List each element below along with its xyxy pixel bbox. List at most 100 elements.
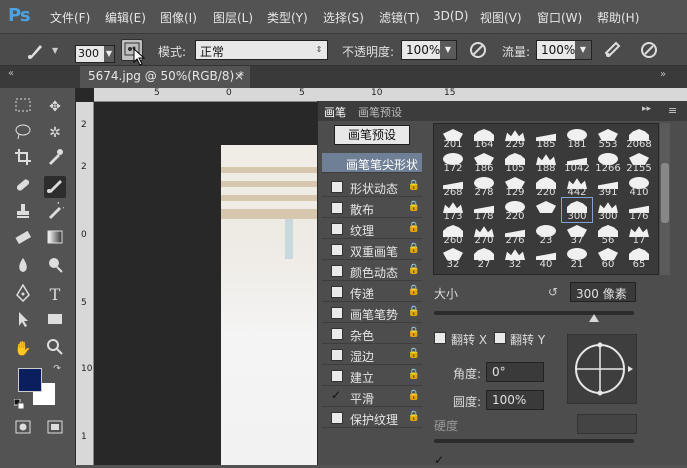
quick-mask-icon[interactable] — [12, 418, 34, 440]
eraser-tool-icon[interactable] — [12, 228, 34, 250]
brush-tip[interactable]: 1266 — [593, 150, 623, 174]
lock-icon[interactable]: 🔒 — [408, 180, 420, 191]
brush-tip[interactable]: 276 — [500, 222, 530, 246]
option-checkbox[interactable] — [331, 370, 343, 382]
pen-tool-icon[interactable] — [12, 283, 34, 306]
brush-size-dropdown[interactable]: 300 ▼ — [75, 45, 115, 63]
brush-tip[interactable]: 23 — [531, 222, 561, 246]
flip-x-checkbox[interactable] — [434, 332, 446, 344]
collapse-panels-icon[interactable]: » — [660, 69, 666, 80]
option-checkbox[interactable] — [331, 181, 343, 193]
brush-grid-scrollbar[interactable] — [660, 123, 670, 275]
brush-tip[interactable]: 32 — [438, 246, 468, 270]
option-scattering[interactable]: 散布 🔒 — [322, 198, 422, 218]
size-slider-handle[interactable] — [589, 314, 599, 322]
brush-tip[interactable]: 40 — [531, 246, 561, 270]
brush-tip[interactable] — [531, 198, 561, 222]
opacity-field[interactable]: 100% ▼ — [401, 40, 457, 60]
option-checkbox[interactable] — [331, 223, 343, 235]
chevron-down-icon[interactable]: ▼ — [440, 41, 456, 59]
tab-brush-presets[interactable]: 画笔预设 — [358, 104, 402, 120]
option-checkbox[interactable] — [331, 388, 343, 403]
brush-tip[interactable]: 201 — [438, 126, 468, 150]
size-slider[interactable] — [434, 311, 634, 315]
pressure-opacity-icon[interactable] — [467, 39, 489, 61]
reset-size-icon[interactable]: ↺ — [548, 285, 558, 299]
brush-tip[interactable]: 181 — [562, 126, 592, 150]
option-checkbox[interactable] — [331, 202, 343, 214]
brush-tip[interactable]: 173 — [438, 198, 468, 222]
option-wet-edges[interactable]: 湿边 🔒 — [322, 345, 422, 365]
brush-tool-preset-icon[interactable] — [26, 39, 48, 61]
brush-tip[interactable]: 260 — [438, 222, 468, 246]
menu-window[interactable]: 窗口(W) — [537, 9, 582, 26]
option-checkbox[interactable] — [331, 307, 343, 319]
close-tab-icon[interactable]: × — [234, 69, 244, 83]
path-selection-tool-icon[interactable] — [12, 310, 34, 332]
option-checkbox[interactable] — [331, 349, 343, 361]
dodge-tool-icon[interactable] — [44, 256, 66, 278]
screen-mode-icon[interactable] — [44, 418, 66, 440]
brush-tip[interactable]: 300 — [593, 198, 623, 222]
lock-icon[interactable]: 🔒 — [408, 285, 420, 296]
hardness-slider[interactable] — [434, 439, 634, 443]
gradient-tool-icon[interactable] — [44, 228, 66, 250]
blur-tool-icon[interactable] — [12, 256, 34, 278]
healing-brush-tool-icon[interactable] — [12, 176, 34, 198]
menu-file[interactable]: 文件(F) — [50, 9, 90, 26]
airbrush-icon[interactable] — [602, 39, 624, 61]
brush-tip[interactable]: 32 — [500, 246, 530, 270]
menu-image[interactable]: 图像(I) — [160, 9, 197, 26]
brush-tip[interactable]: 188 — [531, 150, 561, 174]
brush-tip[interactable]: 2155 — [624, 150, 654, 174]
brush-tip[interactable]: 60 — [593, 246, 623, 270]
lock-icon[interactable]: 🔒 — [408, 390, 420, 401]
lock-icon[interactable]: 🔒 — [408, 222, 420, 233]
lock-icon[interactable]: 🔒 — [408, 348, 420, 359]
move-tool-icon[interactable]: ✥ — [44, 96, 66, 118]
brush-tip[interactable]: 37 — [562, 222, 592, 246]
panel-collapse-icon[interactable]: ▸▸ — [642, 104, 651, 114]
panel-menu-icon[interactable]: ≡ — [668, 104, 677, 117]
brush-tip[interactable]: 105 — [500, 150, 530, 174]
brush-tip[interactable]: 553 — [593, 126, 623, 150]
roundness-field[interactable]: 100% — [486, 390, 544, 410]
brush-tip[interactable]: 300 — [561, 197, 593, 223]
brush-tip[interactable]: 278 — [469, 174, 499, 198]
brush-tip[interactable]: 229 — [500, 126, 530, 150]
brush-tip[interactable]: 410 — [624, 174, 654, 198]
brush-tip[interactable]: 185 — [531, 126, 561, 150]
collapse-toolbar-icon[interactable]: « — [8, 68, 14, 79]
option-checkbox[interactable] — [331, 328, 343, 340]
chevron-down-icon[interactable]: ▼ — [52, 46, 58, 55]
spacing-checkbox[interactable] — [434, 453, 446, 468]
magic-wand-tool-icon[interactable]: ✲ — [44, 122, 66, 144]
brush-tip[interactable]: 220 — [531, 174, 561, 198]
marquee-tool-icon[interactable] — [12, 96, 34, 118]
brush-tip[interactable]: 186 — [469, 150, 499, 174]
lock-icon[interactable]: 🔒 — [408, 327, 420, 338]
menu-select[interactable]: 选择(S) — [323, 9, 364, 26]
angle-roundness-wheel[interactable] — [566, 333, 638, 405]
crop-tool-icon[interactable] — [12, 148, 34, 170]
option-checkbox[interactable] — [331, 286, 343, 298]
menu-view[interactable]: 视图(V) — [480, 9, 522, 26]
brush-tip[interactable]: 164 — [469, 126, 499, 150]
tab-brush[interactable]: 画笔 — [324, 104, 346, 120]
foreground-color-swatch[interactable] — [18, 368, 42, 392]
option-build-up[interactable]: 建立 🔒 — [322, 366, 422, 386]
default-colors-icon[interactable] — [13, 398, 25, 410]
brush-tool-icon[interactable] — [44, 176, 66, 198]
brush-tip[interactable]: 21 — [562, 246, 592, 270]
scrollbar-thumb[interactable] — [661, 163, 669, 223]
brush-tip[interactable]: 1042 — [562, 150, 592, 174]
zoom-tool-icon[interactable] — [44, 338, 66, 360]
hand-tool-icon[interactable]: ✋ — [12, 338, 34, 360]
option-checkbox[interactable] — [331, 244, 343, 256]
angle-field[interactable]: 0° — [486, 362, 544, 382]
brush-tip[interactable]: 268 — [438, 174, 468, 198]
blend-mode-dropdown[interactable]: 正常 ⇕ — [195, 40, 328, 60]
brush-tip[interactable]: 172 — [438, 150, 468, 174]
option-texture[interactable]: 纹理 🔒 — [322, 219, 422, 239]
lock-icon[interactable]: 🔒 — [408, 243, 420, 254]
